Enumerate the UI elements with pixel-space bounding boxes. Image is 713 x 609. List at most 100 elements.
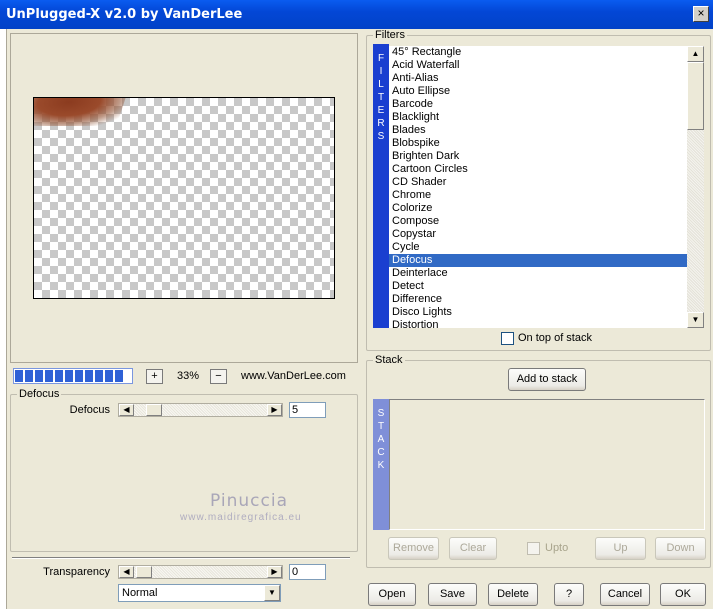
stack-tab-letter: S: [377, 408, 385, 419]
progress-segment: [35, 370, 43, 382]
filter-list-item[interactable]: Copystar: [389, 228, 689, 241]
stack-tab-letter: K: [377, 460, 385, 471]
open-button[interactable]: Open: [368, 583, 416, 606]
preview-panel: [10, 33, 358, 363]
title-bar: UnPlugged-X v2.0 by VanDerLee ×: [0, 0, 713, 29]
progress-segment: [95, 370, 103, 382]
filters-tab-letter: F: [377, 53, 385, 64]
zoom-out-button[interactable]: −: [210, 369, 227, 384]
slider-left-arrow-icon[interactable]: ◀: [119, 404, 134, 416]
chevron-down-icon[interactable]: ▼: [264, 585, 280, 601]
website-link[interactable]: www.VanDerLee.com: [241, 370, 346, 382]
upto-label: Upto: [545, 542, 569, 554]
progress-segment: [25, 370, 33, 382]
watermark-url: www.maidiregrafica.eu: [180, 512, 302, 523]
stack-tab: STACK: [373, 399, 389, 530]
transparency-label: Transparency: [43, 566, 110, 578]
window-edge: [0, 29, 7, 609]
filter-list-item[interactable]: Disco Lights: [389, 306, 689, 319]
slider-right-arrow-icon[interactable]: ▶: [267, 404, 282, 416]
filter-list-item[interactable]: Cartoon Circles: [389, 163, 689, 176]
slider-thumb[interactable]: [146, 404, 162, 416]
filter-list-scrollbar[interactable]: ▲ ▼: [687, 46, 704, 328]
progress-segment: [75, 370, 83, 382]
on-top-of-stack-checkbox[interactable]: [501, 332, 514, 345]
filters-tab-letter: L: [378, 79, 384, 90]
scroll-down-icon[interactable]: ▼: [687, 312, 704, 328]
cancel-button[interactable]: Cancel: [600, 583, 650, 606]
filter-list-item[interactable]: Blacklight: [389, 111, 689, 124]
filter-list-item[interactable]: CD Shader: [389, 176, 689, 189]
progress-segment: [105, 370, 113, 382]
close-icon[interactable]: ×: [693, 6, 709, 22]
filters-tab-letter: R: [377, 118, 385, 129]
filter-list-item[interactable]: Chrome: [389, 189, 689, 202]
filter-list[interactable]: 45° Rectangle Acid Waterfall Anti-Alias Aut…: [389, 46, 689, 328]
window-title: UnPlugged-X v2.0 by VanDerLee: [6, 7, 243, 22]
up-button[interactable]: Up: [595, 537, 646, 560]
filters-title: Filters: [373, 29, 407, 41]
filter-settings-title: Defocus: [17, 388, 62, 400]
progress-segment: [115, 370, 123, 382]
filter-list-item[interactable]: Colorize: [389, 202, 689, 215]
filter-list-item[interactable]: Barcode: [389, 98, 689, 111]
watermark-name: Pinuccia: [210, 491, 288, 511]
blend-mode-select[interactable]: Normal ▼: [118, 584, 281, 602]
stack-tab-letter: C: [377, 447, 385, 458]
zoom-value: 33%: [176, 370, 200, 382]
progress-segment: [65, 370, 73, 382]
preview-canvas[interactable]: [33, 97, 335, 299]
filter-list-item[interactable]: Anti-Alias: [389, 72, 689, 85]
filters-tab: FILTERS: [373, 44, 389, 328]
separator: [12, 557, 350, 559]
filter-list-item[interactable]: Blades: [389, 124, 689, 137]
zoom-in-button[interactable]: +: [146, 369, 163, 384]
stack-list[interactable]: [389, 399, 705, 530]
stack-tab-letter: A: [377, 434, 385, 445]
filter-list-item[interactable]: Cycle: [389, 241, 689, 254]
on-top-of-stack-label: On top of stack: [518, 332, 592, 344]
progress-segment: [55, 370, 63, 382]
filter-list-item[interactable]: Difference: [389, 293, 689, 306]
filter-list-item[interactable]: Distortion: [389, 319, 689, 328]
filter-list-item[interactable]: 45° Rectangle: [389, 46, 689, 59]
filter-list-item[interactable]: Detect: [389, 280, 689, 293]
filter-list-item[interactable]: Auto Ellipse: [389, 85, 689, 98]
blend-mode-value: Normal: [122, 587, 158, 599]
defocus-slider[interactable]: ◀ ▶: [118, 403, 283, 417]
filter-list-item[interactable]: Deinterlace: [389, 267, 689, 280]
transparency-value-input[interactable]: 0: [289, 564, 326, 580]
save-button[interactable]: Save: [428, 583, 477, 606]
down-button[interactable]: Down: [655, 537, 706, 560]
stack-title: Stack: [373, 354, 405, 366]
defocus-label: Defocus: [69, 404, 110, 416]
upto-checkbox[interactable]: [527, 542, 540, 555]
filter-list-item[interactable]: Blobspike: [389, 137, 689, 150]
clear-button[interactable]: Clear: [449, 537, 497, 560]
preview-image-content: [34, 98, 128, 126]
slider-left-arrow-icon[interactable]: ◀: [119, 566, 134, 578]
scroll-thumb[interactable]: [687, 62, 704, 130]
filter-list-item[interactable]: Compose: [389, 215, 689, 228]
slider-thumb[interactable]: [136, 566, 152, 578]
ok-button[interactable]: OK: [660, 583, 706, 606]
add-to-stack-button[interactable]: Add to stack: [508, 368, 586, 391]
remove-button[interactable]: Remove: [388, 537, 439, 560]
filter-list-item[interactable]: Acid Waterfall: [389, 59, 689, 72]
filters-tab-letter: S: [377, 131, 385, 142]
slider-right-arrow-icon[interactable]: ▶: [267, 566, 282, 578]
help-button[interactable]: ?: [554, 583, 584, 606]
scroll-up-icon[interactable]: ▲: [687, 46, 704, 62]
progress-bar: [13, 368, 133, 384]
progress-segment: [45, 370, 53, 382]
filters-tab-letter: I: [379, 66, 383, 77]
defocus-value-input[interactable]: 5: [289, 402, 326, 418]
progress-segment: [85, 370, 93, 382]
filters-tab-letter: T: [377, 92, 385, 103]
filter-list-item[interactable]: Brighten Dark: [389, 150, 689, 163]
progress-segment: [15, 370, 23, 382]
filters-tab-letter: E: [377, 105, 385, 116]
transparency-slider[interactable]: ◀ ▶: [118, 565, 283, 579]
filter-list-item[interactable]: Defocus: [389, 254, 689, 267]
delete-button[interactable]: Delete: [488, 583, 538, 606]
